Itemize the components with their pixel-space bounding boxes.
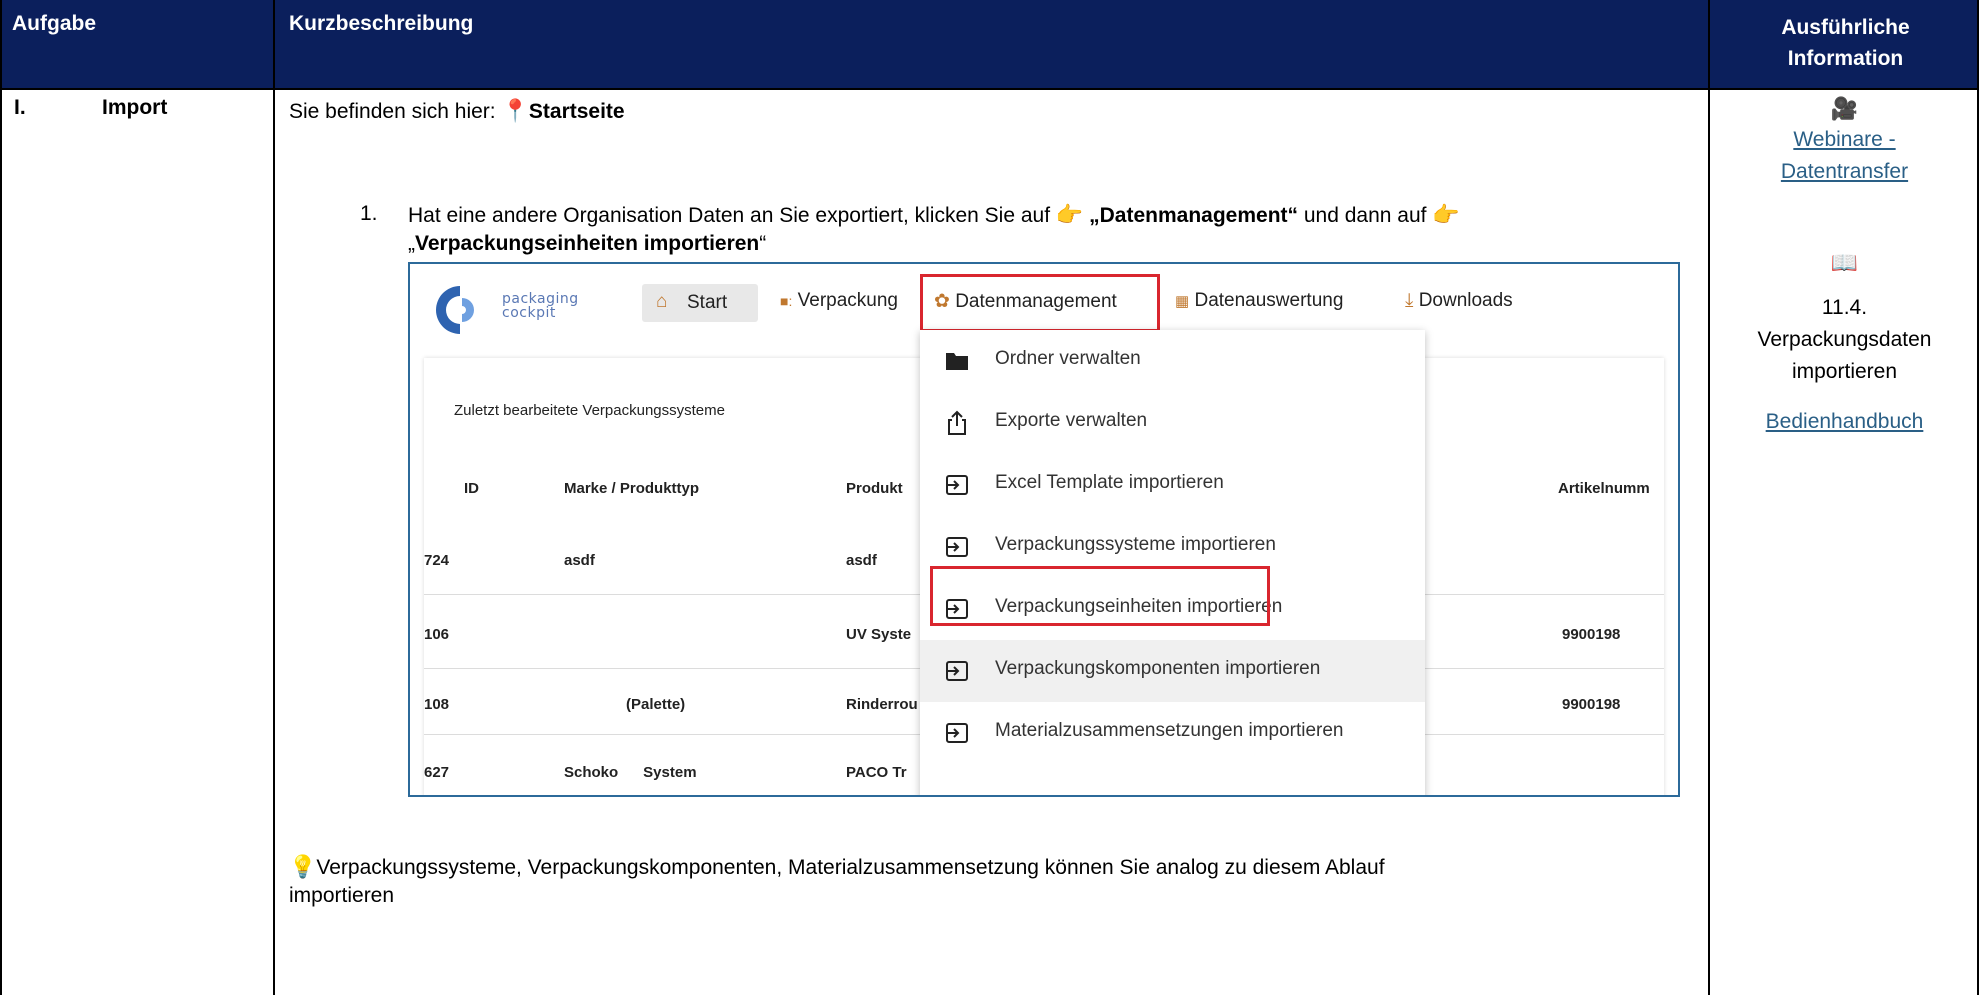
packaging-cockpit-logo-icon <box>436 286 474 334</box>
document-table: Aufgabe Kurzbeschreibung Ausführliche In… <box>0 0 1979 995</box>
step-quote-open: „ <box>408 232 415 255</box>
row-id: 106 <box>424 626 450 643</box>
header-aufgabe: Aufgabe <box>0 0 273 88</box>
menu-item-label: Materialzusammensetzungen importieren <box>995 720 1344 741</box>
pointing-hand-icon-2: 👉 <box>1432 202 1460 227</box>
lightbulb-icon: 💡 <box>289 854 317 879</box>
import-icon <box>946 723 968 743</box>
menu-item-exporte[interactable]: Exporte verwalten <box>920 392 1425 454</box>
header-information-line1: Ausführliche <box>1781 16 1910 39</box>
menu-item-label: Exporte verwalten <box>995 410 1148 431</box>
row-brand: (Palette) <box>626 696 686 713</box>
nav-verpackung-label: Verpackung <box>797 290 898 311</box>
manual-section-line1: Verpackungsdaten <box>1757 328 1932 351</box>
table-border-left <box>0 0 2 995</box>
nav-datenauswertung[interactable]: ▦ Datenauswertung <box>1175 290 1343 312</box>
nav-verpackung[interactable]: ■: Verpackung <box>780 290 898 312</box>
datenmanagement-menu: Ordner verwalten Exporte verwalten Excel… <box>920 330 1425 795</box>
header-aufgabe-label: Aufgabe <box>12 12 96 35</box>
menu-item-materialzusammensetzungen[interactable]: Materialzusammensetzungen importieren <box>920 702 1425 764</box>
row-id: 627 <box>424 764 450 781</box>
menu-item-label: Excel Template importieren <box>995 472 1224 493</box>
folder-icon <box>946 353 968 370</box>
nav-datenauswertung-label: Datenauswertung <box>1194 290 1344 311</box>
step-verpackungseinheiten: Verpackungseinheiten importieren <box>415 232 760 255</box>
import-icon <box>946 475 968 495</box>
row-id: 724 <box>424 552 450 569</box>
logo-line1: packaging <box>502 291 579 307</box>
home-icon: ⌂ <box>656 291 668 312</box>
movie-camera-icon: 🎥 <box>1830 96 1859 121</box>
header-divider <box>0 88 1979 90</box>
row-article: 9900198 <box>1562 696 1621 713</box>
download-icon: ⤓ <box>1405 290 1414 311</box>
row-brand: Schoko System <box>564 764 697 781</box>
book-icon: 📖 <box>1830 250 1859 275</box>
highlight-datenmanagement <box>920 274 1160 332</box>
row-id: 108 <box>424 696 450 713</box>
embedded-screenshot: packaging cockpit ⌂ Start ■: Verpackung … <box>408 262 1680 797</box>
column-product: Produkt <box>846 480 903 497</box>
logo-text: packaging cockpit <box>502 292 579 320</box>
panel-title: Zuletzt bearbeitete Verpackungssysteme <box>454 402 725 419</box>
tip-line2: importieren <box>289 884 395 907</box>
location-prefix: Sie befinden sich hier: <box>289 100 496 123</box>
highlight-verpackungseinheiten <box>930 566 1270 626</box>
nav-start[interactable]: ⌂ Start <box>642 284 758 322</box>
task-number: I. <box>14 96 26 119</box>
step-quote-close: “ <box>759 232 767 255</box>
logo-line2: cockpit <box>502 305 556 321</box>
pointing-hand-icon: 👉 <box>1055 202 1084 227</box>
row-product: Rinderrou <box>846 696 918 713</box>
step-text-b: und dann auf <box>1303 204 1427 227</box>
row-product: asdf <box>846 552 877 569</box>
webinar-link-line2[interactable]: Datentransfer <box>1710 160 1979 184</box>
manual-section-number: 11.4. <box>1821 296 1868 319</box>
share-icon <box>948 410 966 435</box>
header-kurzbeschreibung: Kurzbeschreibung <box>275 0 1708 88</box>
pin-icon: 📍 <box>501 98 529 123</box>
row-product: UV Syste <box>846 626 912 643</box>
header-kurzbeschreibung-label: Kurzbeschreibung <box>289 12 474 35</box>
menu-item-label: Verpackungssysteme importieren <box>995 534 1276 555</box>
nav-downloads-label: Downloads <box>1418 290 1513 311</box>
menu-item-ordner[interactable]: Ordner verwalten <box>920 330 1425 392</box>
column-divider-1 <box>273 0 275 995</box>
row-brand: asdf <box>564 552 595 569</box>
box-icon: ■: <box>780 293 793 309</box>
menu-item-label: Verpackungskomponenten importieren <box>995 658 1321 679</box>
step-number: 1. <box>360 202 378 225</box>
import-icon <box>946 537 968 557</box>
location-line: Sie befinden sich hier: 📍Startseite <box>289 98 625 124</box>
nav-downloads[interactable]: ⤓ Downloads <box>1405 290 1513 312</box>
task-name: Import <box>102 96 168 119</box>
menu-item-verpackungskomponenten[interactable]: Verpackungskomponenten importieren <box>920 640 1425 702</box>
column-article: Artikelnumm <box>1558 480 1650 497</box>
import-icon <box>946 661 968 681</box>
header-information-line2: Information <box>1787 47 1904 70</box>
step-line1: Hat eine andere Organisation Daten an Si… <box>408 202 1698 228</box>
tip-text: Verpackungssysteme, Verpackungskomponent… <box>316 856 1385 879</box>
column-brand: Marke / Produkttyp <box>564 480 700 497</box>
tip-line1: 💡Verpackungssysteme, Verpackungskomponen… <box>289 854 1689 880</box>
webinar-link-line1[interactable]: Webinare - <box>1710 128 1979 152</box>
manual-link[interactable]: Bedienhandbuch <box>1710 410 1979 434</box>
row-product: PACO Tr <box>846 764 907 781</box>
menu-item-excel-template[interactable]: Excel Template importieren <box>920 454 1425 516</box>
step-datenmanagement: „Datenmanagement“ <box>1089 204 1299 227</box>
column-id: ID <box>464 480 479 497</box>
header-information: Ausführliche Information <box>1710 0 1979 88</box>
row-article: 9900198 <box>1562 626 1621 643</box>
chart-icon: ▦ <box>1175 293 1190 310</box>
step-text-a: Hat eine andere Organisation Daten an Si… <box>408 204 1051 227</box>
step-line2: „Verpackungseinheiten importieren“ <box>408 232 766 256</box>
manual-section-line2: importieren <box>1791 360 1898 383</box>
location-name: Startseite <box>528 100 625 123</box>
nav-start-label: Start <box>687 292 728 313</box>
menu-item-label: Ordner verwalten <box>995 348 1141 369</box>
